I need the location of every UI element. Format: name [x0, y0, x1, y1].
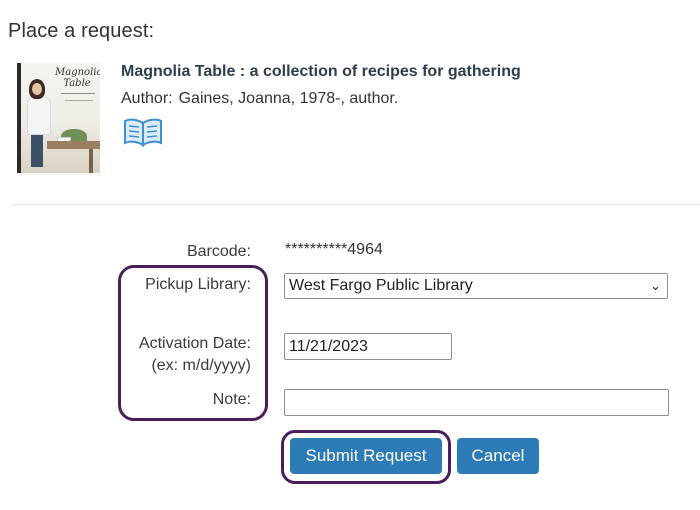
book-title[interactable]: Magnolia Table : a collection of recipes…	[121, 63, 521, 81]
highlight-box-labels	[118, 265, 268, 421]
note-input[interactable]	[284, 389, 669, 416]
cover-figure-face	[32, 83, 42, 95]
author-name: Gaines, Joanna, 1978-, author.	[178, 90, 399, 107]
book-cover-image[interactable]: Magnolia Table	[17, 63, 100, 173]
open-book-icon	[124, 118, 162, 147]
author-label: Author:	[121, 90, 173, 107]
cover-figure-body	[27, 97, 51, 135]
cover-table	[47, 141, 100, 149]
cover-spine	[17, 63, 21, 173]
barcode-value: **********4964	[285, 241, 383, 258]
cover-rule	[65, 100, 93, 101]
cancel-button[interactable]: Cancel	[457, 438, 539, 474]
chevron-down-icon: ⌄	[650, 278, 661, 293]
activation-date-input[interactable]: 11/21/2023	[284, 333, 452, 360]
section-divider	[11, 204, 700, 205]
cover-rule	[61, 93, 95, 94]
cover-figure-legs	[31, 133, 43, 167]
page-title: Place a request:	[8, 20, 155, 42]
submit-request-button[interactable]: Submit Request	[290, 438, 442, 474]
pickup-library-select[interactable]: West Fargo Public Library ⌄	[284, 273, 668, 299]
pickup-library-selected: West Fargo Public Library	[289, 277, 473, 294]
barcode-label: Barcode:	[186, 243, 251, 260]
cover-title: Magnolia Table	[55, 67, 100, 89]
cover-table-leg	[89, 149, 93, 173]
book-author-line: Author: Gaines, Joanna, 1978-, author.	[121, 90, 398, 108]
